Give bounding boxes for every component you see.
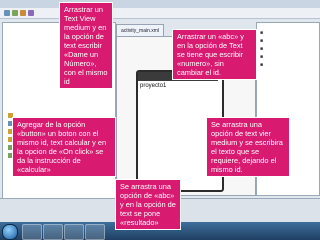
save-icon[interactable] (12, 10, 18, 16)
new-icon[interactable] (4, 10, 10, 16)
callout-edittext-numero: Arrastrar un «abc» y en la opción de Tex… (172, 29, 257, 80)
folder-icon[interactable] (22, 224, 42, 240)
start-orb-icon[interactable] (2, 224, 18, 240)
debug-icon[interactable] (28, 10, 34, 16)
callout-button-calcular: Agregar de la opción «button» un boton c… (12, 117, 116, 177)
app-title: proyecto1 (140, 83, 167, 89)
toolbar (0, 8, 320, 19)
eclipse-icon[interactable] (85, 224, 105, 240)
browser-icon[interactable] (64, 224, 84, 240)
run-icon[interactable] (20, 10, 26, 16)
callout-edittext-resultado: Se arrastra una opción de «abc» y en la … (115, 179, 181, 230)
media-icon[interactable] (43, 224, 63, 240)
outline-item[interactable]: ■ (260, 30, 263, 36)
outline-item[interactable]: ■ (260, 46, 263, 52)
callout-textview: Arrastrar un Text View medium y en la op… (59, 2, 113, 89)
outline-item[interactable]: ■ (260, 62, 263, 68)
outline-item[interactable]: ■ (260, 38, 263, 44)
outline-item[interactable]: ■ (260, 54, 263, 60)
callout-textview-medium: Se arrastra una opción de text vier medi… (206, 117, 290, 177)
